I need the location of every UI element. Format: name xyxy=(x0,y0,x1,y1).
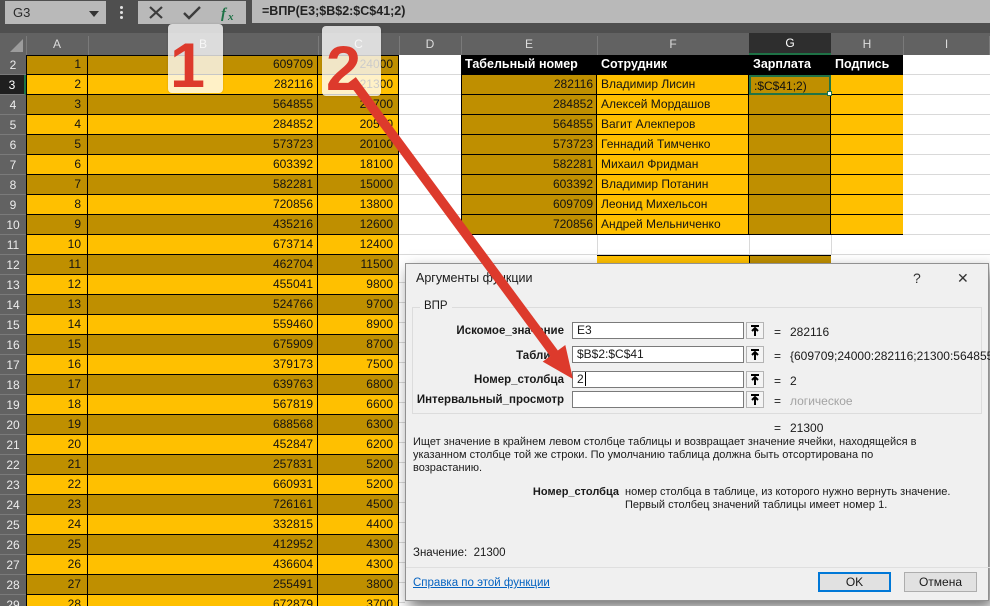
svg-text:x: x xyxy=(227,11,234,23)
svg-text:f: f xyxy=(221,6,228,22)
